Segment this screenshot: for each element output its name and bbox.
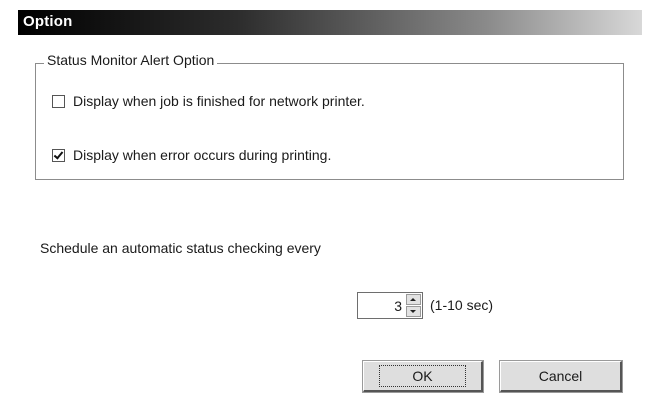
title-bar[interactable]: Option <box>18 10 642 35</box>
arrow-up-icon <box>410 298 416 301</box>
interval-spinner[interactable]: 3 <box>357 292 423 319</box>
spin-down-button[interactable] <box>406 306 421 317</box>
ok-button[interactable]: OK <box>363 361 483 392</box>
ok-button-label: OK <box>379 365 466 387</box>
error-printing-checkbox[interactable] <box>52 148 65 162</box>
group-box-legend: Status Monitor Alert Option <box>44 52 218 68</box>
schedule-label: Schedule an automatic status checking ev… <box>40 240 321 256</box>
network-printer-option[interactable]: Display when job is finished for network… <box>52 92 365 110</box>
option-dialog: Option Status Monitor Alert Option Displ… <box>0 0 645 401</box>
arrow-down-icon <box>410 310 416 313</box>
cancel-button-label: Cancel <box>538 368 583 384</box>
error-printing-option[interactable]: Display when error occurs during printin… <box>52 146 331 164</box>
network-printer-checkbox[interactable] <box>52 94 65 108</box>
error-printing-label: Display when error occurs during printin… <box>73 147 332 163</box>
spin-up-button[interactable] <box>406 294 421 305</box>
window-title: Option <box>23 13 73 30</box>
network-printer-label: Display when job is finished for network… <box>73 93 365 109</box>
interval-value[interactable]: 3 <box>394 298 402 314</box>
interval-range-label: (1-10 sec) <box>430 297 494 313</box>
cancel-button[interactable]: Cancel <box>500 361 622 392</box>
